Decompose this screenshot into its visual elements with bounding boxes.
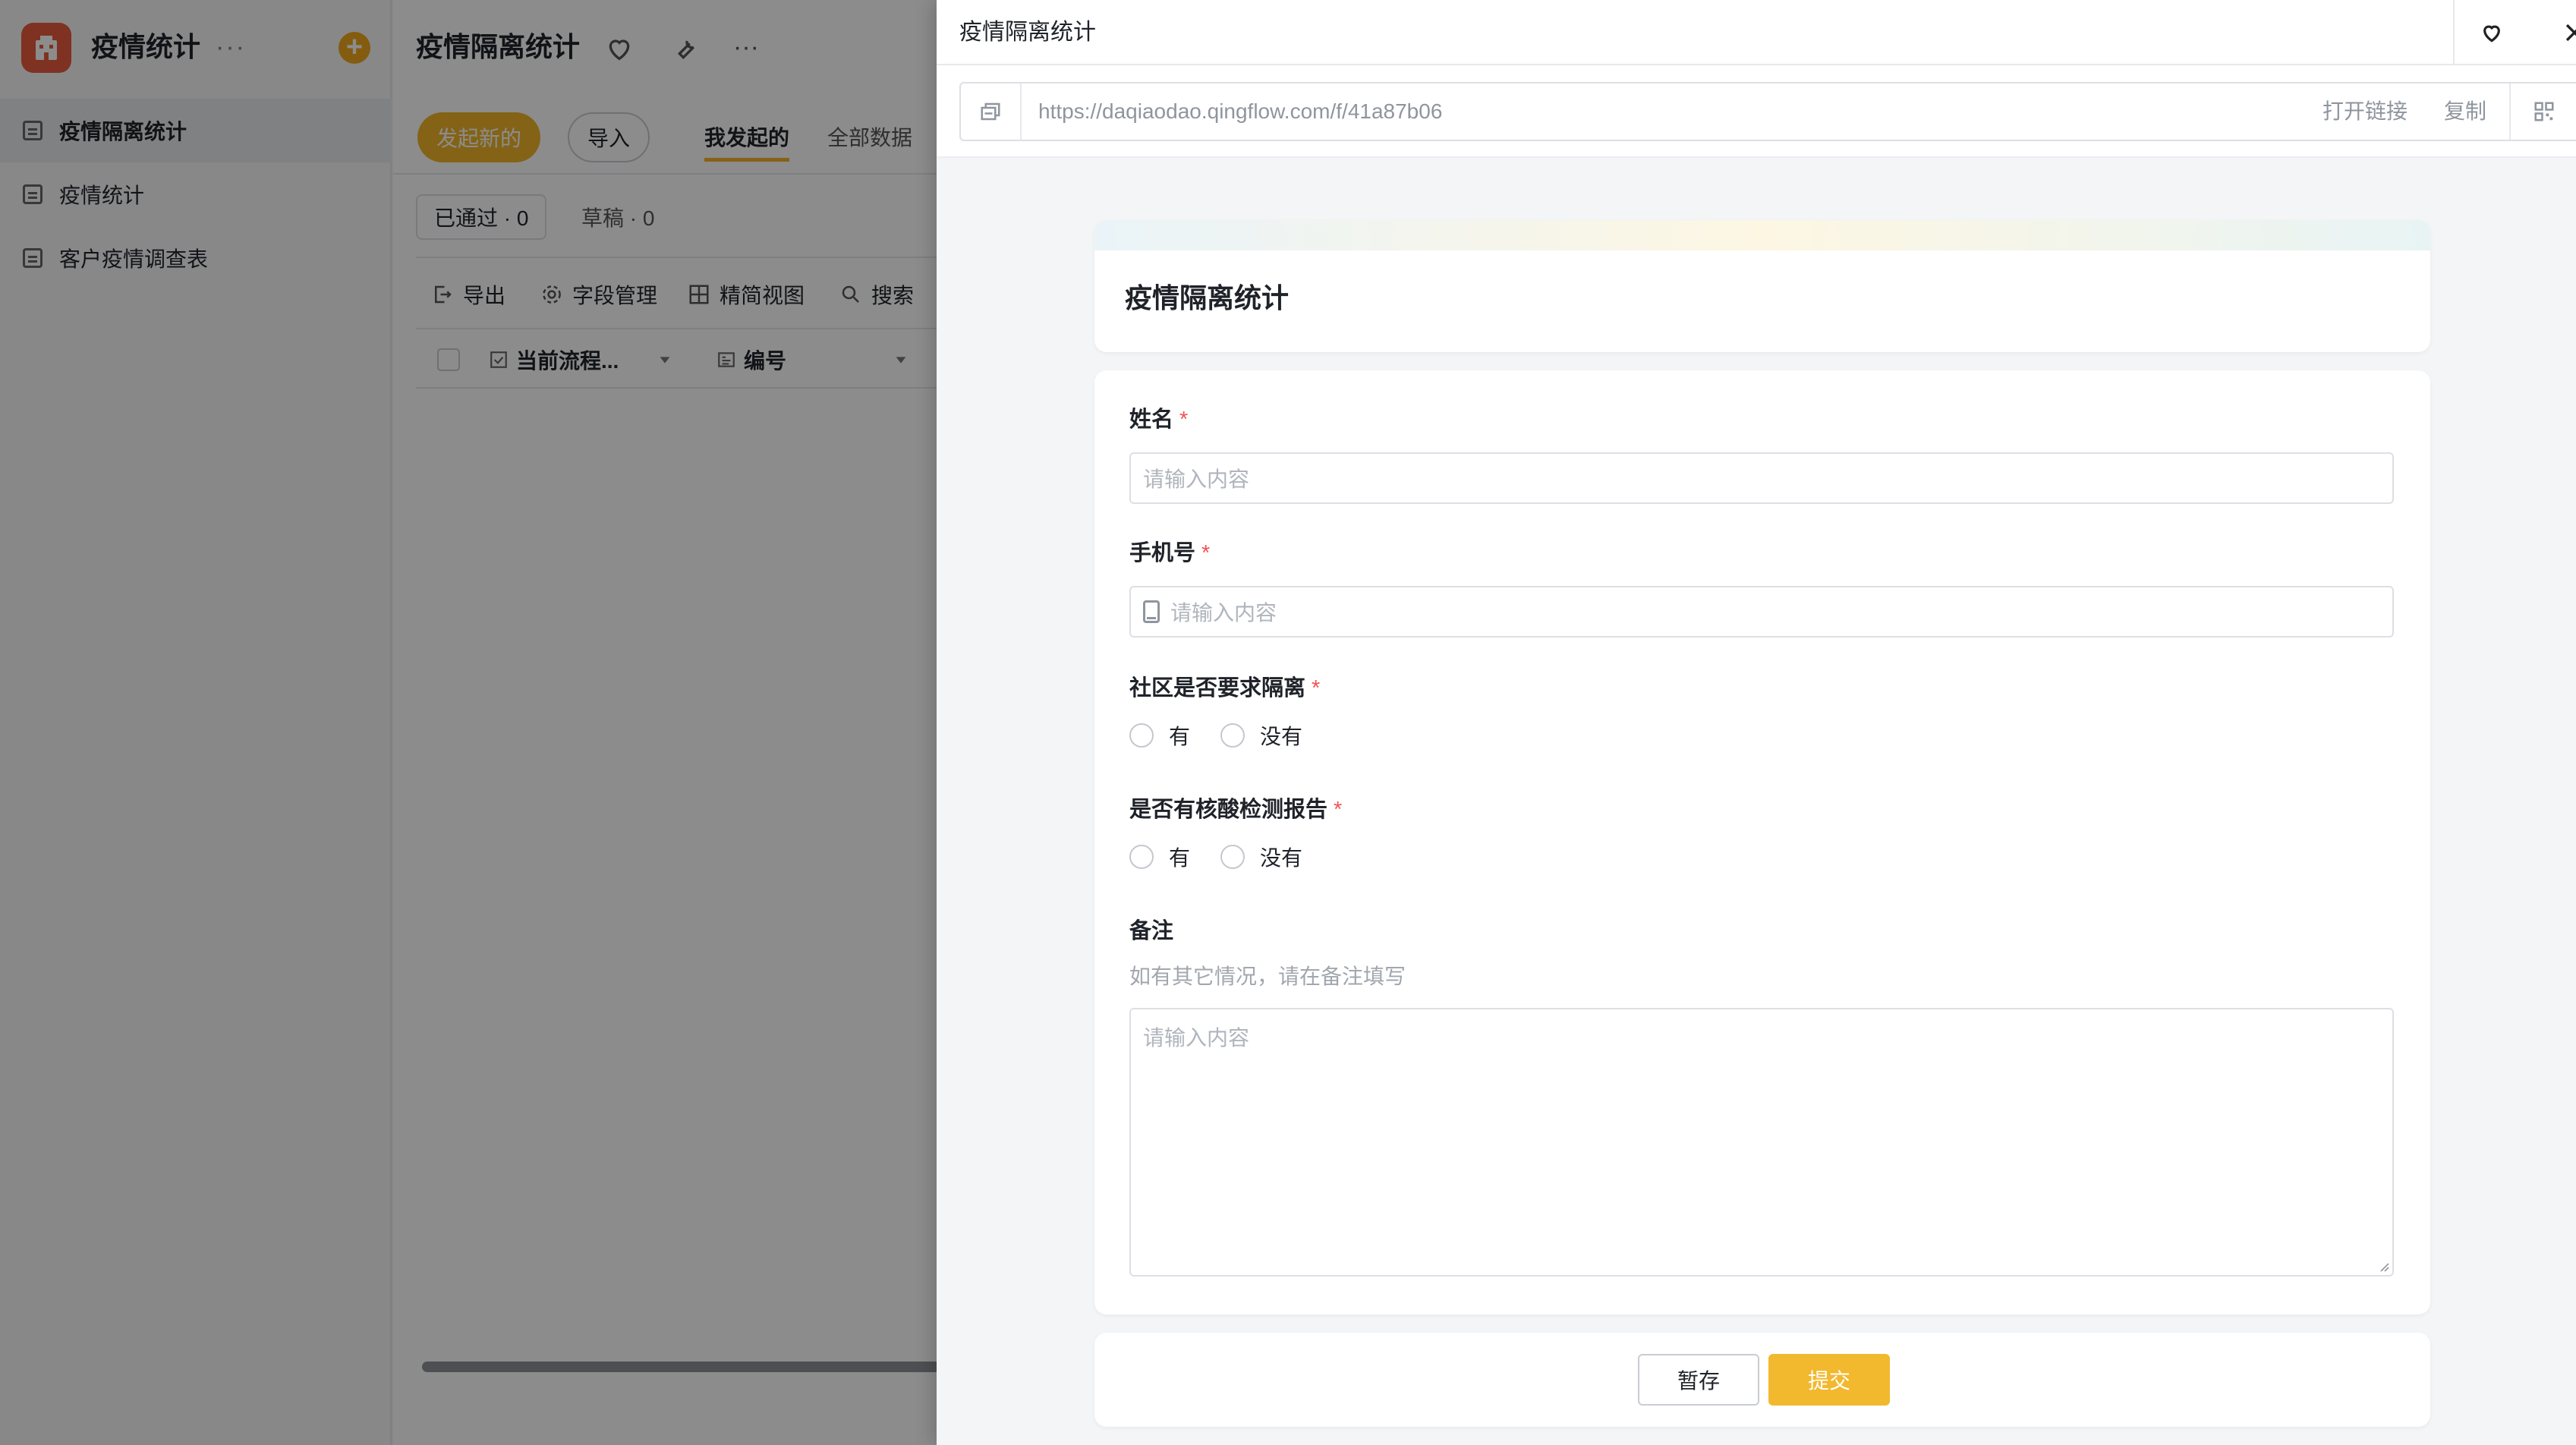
radio-label-no[interactable]: 没有 [1260,842,1302,872]
drawer-header: 疫情隔离统计 [937,0,2576,65]
form-actions-card: 暂存 提交 [1094,1333,2430,1427]
resize-handle-icon[interactable] [2377,1260,2389,1272]
drawer-title: 疫情隔离统计 [959,20,1096,45]
phone-input[interactable]: 请输入内容 [1129,586,2394,638]
remark-hint: 如有其它情况，请在备注填写 [1129,965,1406,988]
remark-field-label: 备注 [1129,915,1173,947]
form-fields-card: 姓名 * 请输入内容 手机号 * 请输入内容 社区是否要求隔离 * 有 没有 是否有核… [1094,370,2430,1314]
required-mark: * [1312,676,1321,700]
modal-backdrop[interactable] [0,0,938,1445]
open-link-button[interactable]: 打开链接 [2322,96,2408,128]
copy-button[interactable]: 复制 [2444,96,2486,128]
phone-placeholder: 请输入内容 [1170,601,1277,625]
required-mark: * [1201,541,1211,565]
nucleic-radio-group: 有 没有 [1129,839,1333,874]
title-gradient [1094,220,2430,250]
share-link-area: https://daqiaodao.qingflow.com/f/41a87b0… [937,65,2576,158]
link-icon [961,83,1022,140]
radio-yes[interactable] [1129,723,1154,748]
required-mark: * [1334,798,1343,822]
name-placeholder: 请输入内容 [1143,468,1250,491]
nucleic-field-label: 是否有核酸检测报告 * [1129,794,1342,826]
form-title-card: 疫情隔离统计 [1094,220,2430,352]
radio-label-yes[interactable]: 有 [1169,720,1190,751]
phone-label-text: 手机号 [1129,541,1196,565]
name-label-text: 姓名 [1129,408,1174,432]
remark-placeholder: 请输入内容 [1143,1026,1250,1050]
radio-no[interactable] [1220,845,1245,869]
form-drawer: 疫情隔离统计 https://daqiaodao.qingflow.com/f/… [937,0,2576,1445]
radio-no[interactable] [1220,723,1245,748]
remark-textarea[interactable]: 请输入内容 [1129,1008,2394,1277]
phone-field-label: 手机号 * [1129,537,1210,569]
submit-button[interactable]: 提交 [1768,1354,1890,1406]
name-input[interactable]: 请输入内容 [1129,452,2394,504]
form-title: 疫情隔离统计 [1125,282,1290,313]
required-mark: * [1179,408,1189,432]
share-link-bar: https://daqiaodao.qingflow.com/f/41a87b0… [959,82,2576,141]
remark-label-text: 备注 [1129,919,1174,943]
radio-label-no[interactable]: 没有 [1260,720,1302,751]
favorite-heart-icon[interactable] [2453,0,2529,65]
nucleic-label-text: 是否有核酸检测报告 [1129,798,1328,822]
community-radio-group: 有 没有 [1129,718,1333,753]
name-field-label: 姓名 * [1129,404,1188,436]
save-draft-button[interactable]: 暂存 [1638,1354,1759,1406]
close-icon[interactable] [2552,0,2576,65]
share-url[interactable]: https://daqiaodao.qingflow.com/f/41a87b0… [1038,96,1442,128]
phone-icon [1143,600,1160,623]
community-label-text: 社区是否要求隔离 [1129,676,1306,700]
community-field-label: 社区是否要求隔离 * [1129,672,1320,704]
qr-code-icon[interactable] [2509,83,2576,140]
radio-yes[interactable] [1129,845,1154,869]
radio-label-yes[interactable]: 有 [1169,842,1190,872]
